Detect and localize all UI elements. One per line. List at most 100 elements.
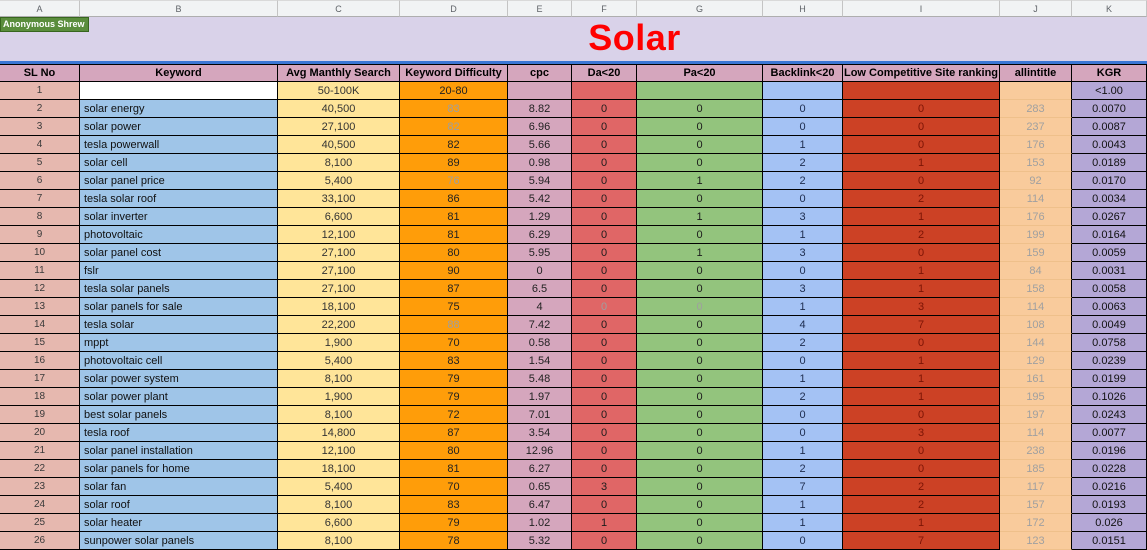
cell-pa[interactable]: 0 — [637, 406, 763, 424]
column-header-K[interactable]: K — [1072, 0, 1147, 17]
cell-da[interactable]: 0 — [572, 460, 637, 478]
header-allintitle[interactable]: allintitle — [1000, 64, 1072, 82]
cell-keyword[interactable]: solar power system — [80, 370, 278, 388]
cell-kgr[interactable]: 0.0170 — [1072, 172, 1147, 190]
cell-pa[interactable]: 0 — [637, 298, 763, 316]
cell-allintitle[interactable]: 161 — [1000, 370, 1072, 388]
cell-keyword-difficulty[interactable]: 80 — [400, 244, 508, 262]
column-header-B[interactable]: B — [80, 0, 278, 17]
cell-slno[interactable]: 22 — [0, 460, 80, 478]
cell-backlink[interactable]: 1 — [763, 370, 843, 388]
cell-avg-monthly-search[interactable]: 8,100 — [278, 496, 400, 514]
cell-low-competitive-rank[interactable]: 3 — [843, 424, 1000, 442]
cell-pa[interactable]: 1 — [637, 244, 763, 262]
cell-keyword-difficulty[interactable]: 80 — [400, 442, 508, 460]
cell-backlink[interactable]: 1 — [763, 226, 843, 244]
cell-kgr[interactable]: 0.0239 — [1072, 352, 1147, 370]
cell-keyword[interactable]: solar panel price — [80, 172, 278, 190]
cell-keyword[interactable]: tesla solar — [80, 316, 278, 334]
cell-pa[interactable]: 0 — [637, 154, 763, 172]
cell-low-competitive-rank[interactable] — [843, 82, 1000, 100]
column-header-H[interactable]: H — [763, 0, 843, 17]
cell-backlink[interactable]: 2 — [763, 172, 843, 190]
cell-low-competitive-rank[interactable]: 0 — [843, 100, 1000, 118]
column-header-J[interactable]: J — [1000, 0, 1072, 17]
cell-kgr[interactable]: 0.0228 — [1072, 460, 1147, 478]
cell-keyword[interactable]: best solar panels — [80, 406, 278, 424]
header-avg-monthly-search[interactable]: Avg Manthly Search — [278, 64, 400, 82]
cell-low-competitive-rank[interactable]: 1 — [843, 208, 1000, 226]
cell-keyword-difficulty[interactable]: 70 — [400, 478, 508, 496]
cell-keyword[interactable]: tesla powerwall — [80, 136, 278, 154]
cell-allintitle[interactable]: 108 — [1000, 316, 1072, 334]
cell-slno[interactable]: 19 — [0, 406, 80, 424]
cell-allintitle[interactable]: 114 — [1000, 298, 1072, 316]
cell-low-competitive-rank[interactable]: 3 — [843, 298, 1000, 316]
cell-keyword-difficulty[interactable]: 20-80 — [400, 82, 508, 100]
header-backlink[interactable]: Backlink<20 — [763, 64, 843, 82]
cell-kgr[interactable]: 0.0077 — [1072, 424, 1147, 442]
cell-low-competitive-rank[interactable]: 0 — [843, 406, 1000, 424]
cell-kgr[interactable]: 0.0267 — [1072, 208, 1147, 226]
cell-keyword-difficulty[interactable]: 89 — [400, 154, 508, 172]
cell-kgr[interactable]: 0.0193 — [1072, 496, 1147, 514]
cell-allintitle[interactable]: 157 — [1000, 496, 1072, 514]
cell-backlink[interactable]: 3 — [763, 244, 843, 262]
cell-backlink[interactable]: 0 — [763, 406, 843, 424]
cell-keyword-difficulty[interactable]: 82 — [400, 136, 508, 154]
cell-keyword-difficulty[interactable]: 83 — [400, 496, 508, 514]
cell-da[interactable]: 0 — [572, 370, 637, 388]
cell-allintitle[interactable]: 158 — [1000, 280, 1072, 298]
cell-slno[interactable]: 21 — [0, 442, 80, 460]
cell-cpc[interactable] — [508, 82, 572, 100]
column-header-G[interactable]: G — [637, 0, 763, 17]
cell-slno[interactable]: 14 — [0, 316, 80, 334]
cell-keyword[interactable]: solar panels for home — [80, 460, 278, 478]
cell-da[interactable]: 0 — [572, 406, 637, 424]
cell-allintitle[interactable] — [1000, 82, 1072, 100]
cell-slno[interactable]: 12 — [0, 280, 80, 298]
cell-avg-monthly-search[interactable]: 5,400 — [278, 352, 400, 370]
cell-keyword-difficulty[interactable]: 87 — [400, 424, 508, 442]
cell-keyword[interactable]: solar inverter — [80, 208, 278, 226]
cell-avg-monthly-search[interactable]: 27,100 — [278, 262, 400, 280]
cell-da[interactable]: 0 — [572, 262, 637, 280]
cell-allintitle[interactable]: 283 — [1000, 100, 1072, 118]
column-header-E[interactable]: E — [508, 0, 572, 17]
cell-keyword[interactable]: sunpower solar panels — [80, 532, 278, 550]
cell-pa[interactable] — [637, 82, 763, 100]
cell-avg-monthly-search[interactable]: 8,100 — [278, 406, 400, 424]
cell-kgr[interactable]: 0.0243 — [1072, 406, 1147, 424]
cell-allintitle[interactable]: 172 — [1000, 514, 1072, 532]
cell-keyword-difficulty[interactable]: 72 — [400, 406, 508, 424]
cell-slno[interactable]: 13 — [0, 298, 80, 316]
cell-kgr[interactable]: 0.1026 — [1072, 388, 1147, 406]
cell-pa[interactable]: 0 — [637, 532, 763, 550]
cell-slno[interactable]: 7 — [0, 190, 80, 208]
cell-kgr[interactable]: 0.0049 — [1072, 316, 1147, 334]
cell-da[interactable]: 0 — [572, 244, 637, 262]
cell-avg-monthly-search[interactable]: 6,600 — [278, 514, 400, 532]
cell-keyword-difficulty[interactable]: 79 — [400, 514, 508, 532]
cell-backlink[interactable]: 3 — [763, 208, 843, 226]
cell-keyword[interactable]: mppt — [80, 334, 278, 352]
cell-cpc[interactable]: 5.42 — [508, 190, 572, 208]
cell-pa[interactable]: 1 — [637, 208, 763, 226]
cell-keyword-difficulty[interactable]: 87 — [400, 280, 508, 298]
cell-da[interactable]: 0 — [572, 118, 637, 136]
cell-backlink[interactable]: 0 — [763, 532, 843, 550]
cell-allintitle[interactable]: 199 — [1000, 226, 1072, 244]
cell-cpc[interactable]: 4 — [508, 298, 572, 316]
cell-backlink[interactable]: 1 — [763, 136, 843, 154]
cell-low-competitive-rank[interactable]: 0 — [843, 136, 1000, 154]
cell-avg-monthly-search[interactable]: 8,100 — [278, 154, 400, 172]
cell-keyword[interactable]: tesla roof — [80, 424, 278, 442]
cell-kgr[interactable]: 0.0199 — [1072, 370, 1147, 388]
cell-kgr[interactable]: 0.0196 — [1072, 442, 1147, 460]
cell-da[interactable]: 0 — [572, 316, 637, 334]
cell-avg-monthly-search[interactable]: 40,500 — [278, 100, 400, 118]
cell-avg-monthly-search[interactable]: 27,100 — [278, 118, 400, 136]
cell-cpc[interactable]: 7.42 — [508, 316, 572, 334]
cell-low-competitive-rank[interactable]: 0 — [843, 172, 1000, 190]
cell-pa[interactable]: 0 — [637, 226, 763, 244]
